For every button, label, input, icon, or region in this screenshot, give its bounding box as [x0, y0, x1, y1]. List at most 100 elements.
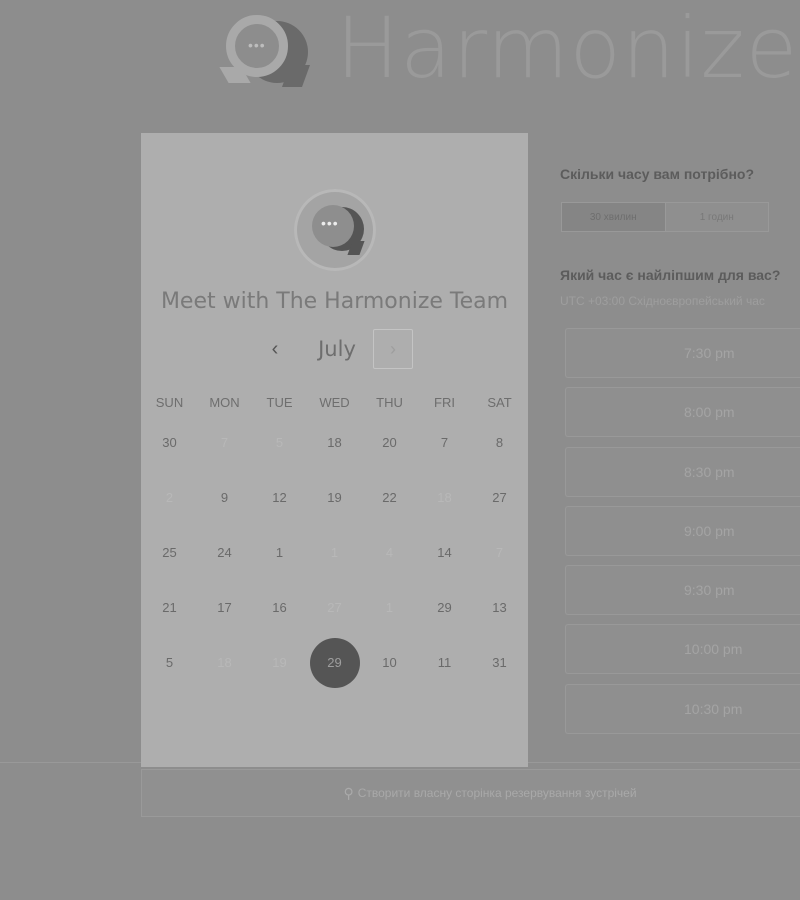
weekday-label: TUE [266, 395, 293, 410]
day-number: 27 [327, 600, 342, 615]
day-number: 7 [440, 435, 449, 450]
time-slot-button[interactable]: 8:00 pm [565, 387, 800, 438]
calendar-day[interactable]: 29 [307, 635, 362, 690]
calendar-day[interactable]: 20 [362, 415, 417, 470]
time-slot-button[interactable]: 7:30 pm [565, 328, 800, 378]
calendar-day[interactable]: 16 [252, 580, 307, 635]
time-slot-button[interactable]: 9:30 pm [565, 565, 800, 616]
day-number: 1 [330, 545, 339, 560]
weekday-label: SAT [487, 395, 512, 410]
meeting-title: Meet with The Harmonize Team [160, 289, 509, 314]
time-slot-button[interactable]: 9:00 pm [565, 505, 800, 556]
month-navigation: ‹ July › [141, 329, 528, 371]
duration-question: Скільки часу вам потрібно? [560, 166, 755, 182]
calendar-day[interactable]: 27 [472, 470, 527, 525]
calendar-day[interactable]: 14 [417, 525, 472, 580]
brand-header: ••• Harmonize [219, 0, 799, 97]
day-number: 25 [162, 545, 177, 560]
day-number: 16 [272, 600, 287, 615]
calendar-day: 7 [197, 415, 252, 470]
day-number: 9 [220, 490, 229, 505]
day-number: 1 [275, 545, 284, 560]
calendar-day[interactable]: 18 [307, 415, 362, 470]
weekday-header: SUN MON TUE WED THU FRI SAT [142, 395, 527, 410]
day-number: 8 [495, 435, 504, 450]
day-number: 18 [217, 655, 232, 670]
timezone-label[interactable]: UTC +03:00 Східноєвропейський час [560, 294, 765, 308]
day-number: 13 [492, 600, 507, 615]
calendar-day[interactable]: 1 [252, 525, 307, 580]
calendar-day[interactable]: 19 [307, 470, 362, 525]
time-slot-button[interactable]: 8:30 pm [565, 446, 800, 497]
time-slot-button[interactable]: 10:00 pm [565, 624, 800, 675]
day-number: 19 [327, 490, 342, 505]
weekday-label: THU [376, 395, 403, 410]
day-number: 5 [275, 435, 284, 450]
calendar-day[interactable]: 30 [142, 415, 197, 470]
day-number: 5 [165, 655, 174, 670]
day-number: 4 [385, 545, 394, 560]
calendar-day[interactable]: 25 [142, 525, 197, 580]
calendar-card: ••• Meet with The Harmonize Team ‹ July … [141, 133, 528, 767]
time-question: Який час є найліпшим для вас? [560, 267, 781, 283]
day-number: 21 [162, 600, 177, 615]
day-grid: 30 7 5 18 20 7 8 2 9 12 19 22 18 27 25 24 1 1 4 14 7 21 17 16 27… [142, 415, 527, 690]
day-number: 11 [437, 655, 452, 670]
day-number: 18 [327, 435, 342, 450]
duration-option-1h[interactable]: 1 годин [666, 203, 769, 231]
calendar-day[interactable]: 22 [362, 470, 417, 525]
day-number: 22 [382, 490, 397, 505]
calendar-day[interactable]: 11 [417, 635, 472, 690]
time-slot-list: 7:30 pm 8:00 pm 8:30 pm 9:00 pm 9:30 pm 10:00… [565, 328, 800, 743]
selected-day: 29 [309, 637, 360, 688]
prev-month-icon[interactable]: ‹ [265, 337, 285, 361]
weekday-label: WED [319, 395, 350, 410]
calendar-day[interactable]: 13 [472, 580, 527, 635]
day-number: 24 [217, 545, 232, 560]
day-number: 12 [272, 490, 287, 505]
sprocket-icon: ⚲ [343, 784, 354, 801]
day-number: 20 [382, 435, 397, 450]
calendar-day: 1 [362, 580, 417, 635]
day-number: 29 [437, 600, 452, 615]
next-month-button[interactable]: › [373, 329, 413, 369]
duration-option-30min[interactable]: 30 хвилин [562, 203, 666, 231]
calendar-day: 7 [472, 525, 527, 580]
day-number: 10 [382, 655, 397, 670]
create-booking-page-link[interactable]: Створити власну сторінка резервування зу… [358, 786, 637, 800]
page: ••• Harmonize ••• Meet with The Harmoniz… [0, 0, 800, 900]
calendar-day: 5 [252, 415, 307, 470]
day-number: 31 [492, 655, 507, 670]
chat-bubble-avatar-icon: ••• [294, 189, 376, 271]
calendar-day[interactable]: 29 [417, 580, 472, 635]
calendar-day: 4 [362, 525, 417, 580]
day-number: 17 [217, 600, 232, 615]
calendar-day[interactable]: 17 [197, 580, 252, 635]
day-number: 27 [492, 490, 507, 505]
calendar-day: 1 [307, 525, 362, 580]
day-number: 7 [495, 545, 504, 560]
footer-bar: ⚲ Створити власну сторінка резервування … [141, 769, 800, 817]
brand-name: Harmonize [336, 0, 799, 97]
month-label: July [318, 337, 356, 361]
calendar-day: 2 [142, 470, 197, 525]
weekday-label: MON [209, 395, 240, 410]
calendar-day[interactable]: 21 [142, 580, 197, 635]
day-number: 7 [220, 435, 229, 450]
calendar-day: 18 [417, 470, 472, 525]
day-number: 18 [437, 490, 452, 505]
calendar-day: 27 [307, 580, 362, 635]
calendar-day[interactable]: 31 [472, 635, 527, 690]
calendar-day[interactable]: 9 [197, 470, 252, 525]
calendar-day[interactable]: 12 [252, 470, 307, 525]
calendar-day[interactable]: 5 [142, 635, 197, 690]
calendar-day[interactable]: 24 [197, 525, 252, 580]
duration-toggle: 30 хвилин 1 годин [561, 202, 769, 232]
calendar-day[interactable]: 7 [417, 415, 472, 470]
calendar-day: 18 [197, 635, 252, 690]
chat-bubble-logo-icon: ••• [219, 7, 311, 89]
calendar-day[interactable]: 8 [472, 415, 527, 470]
day-number: 19 [272, 655, 287, 670]
calendar-day[interactable]: 10 [362, 635, 417, 690]
time-slot-button[interactable]: 10:30 pm [565, 683, 800, 734]
